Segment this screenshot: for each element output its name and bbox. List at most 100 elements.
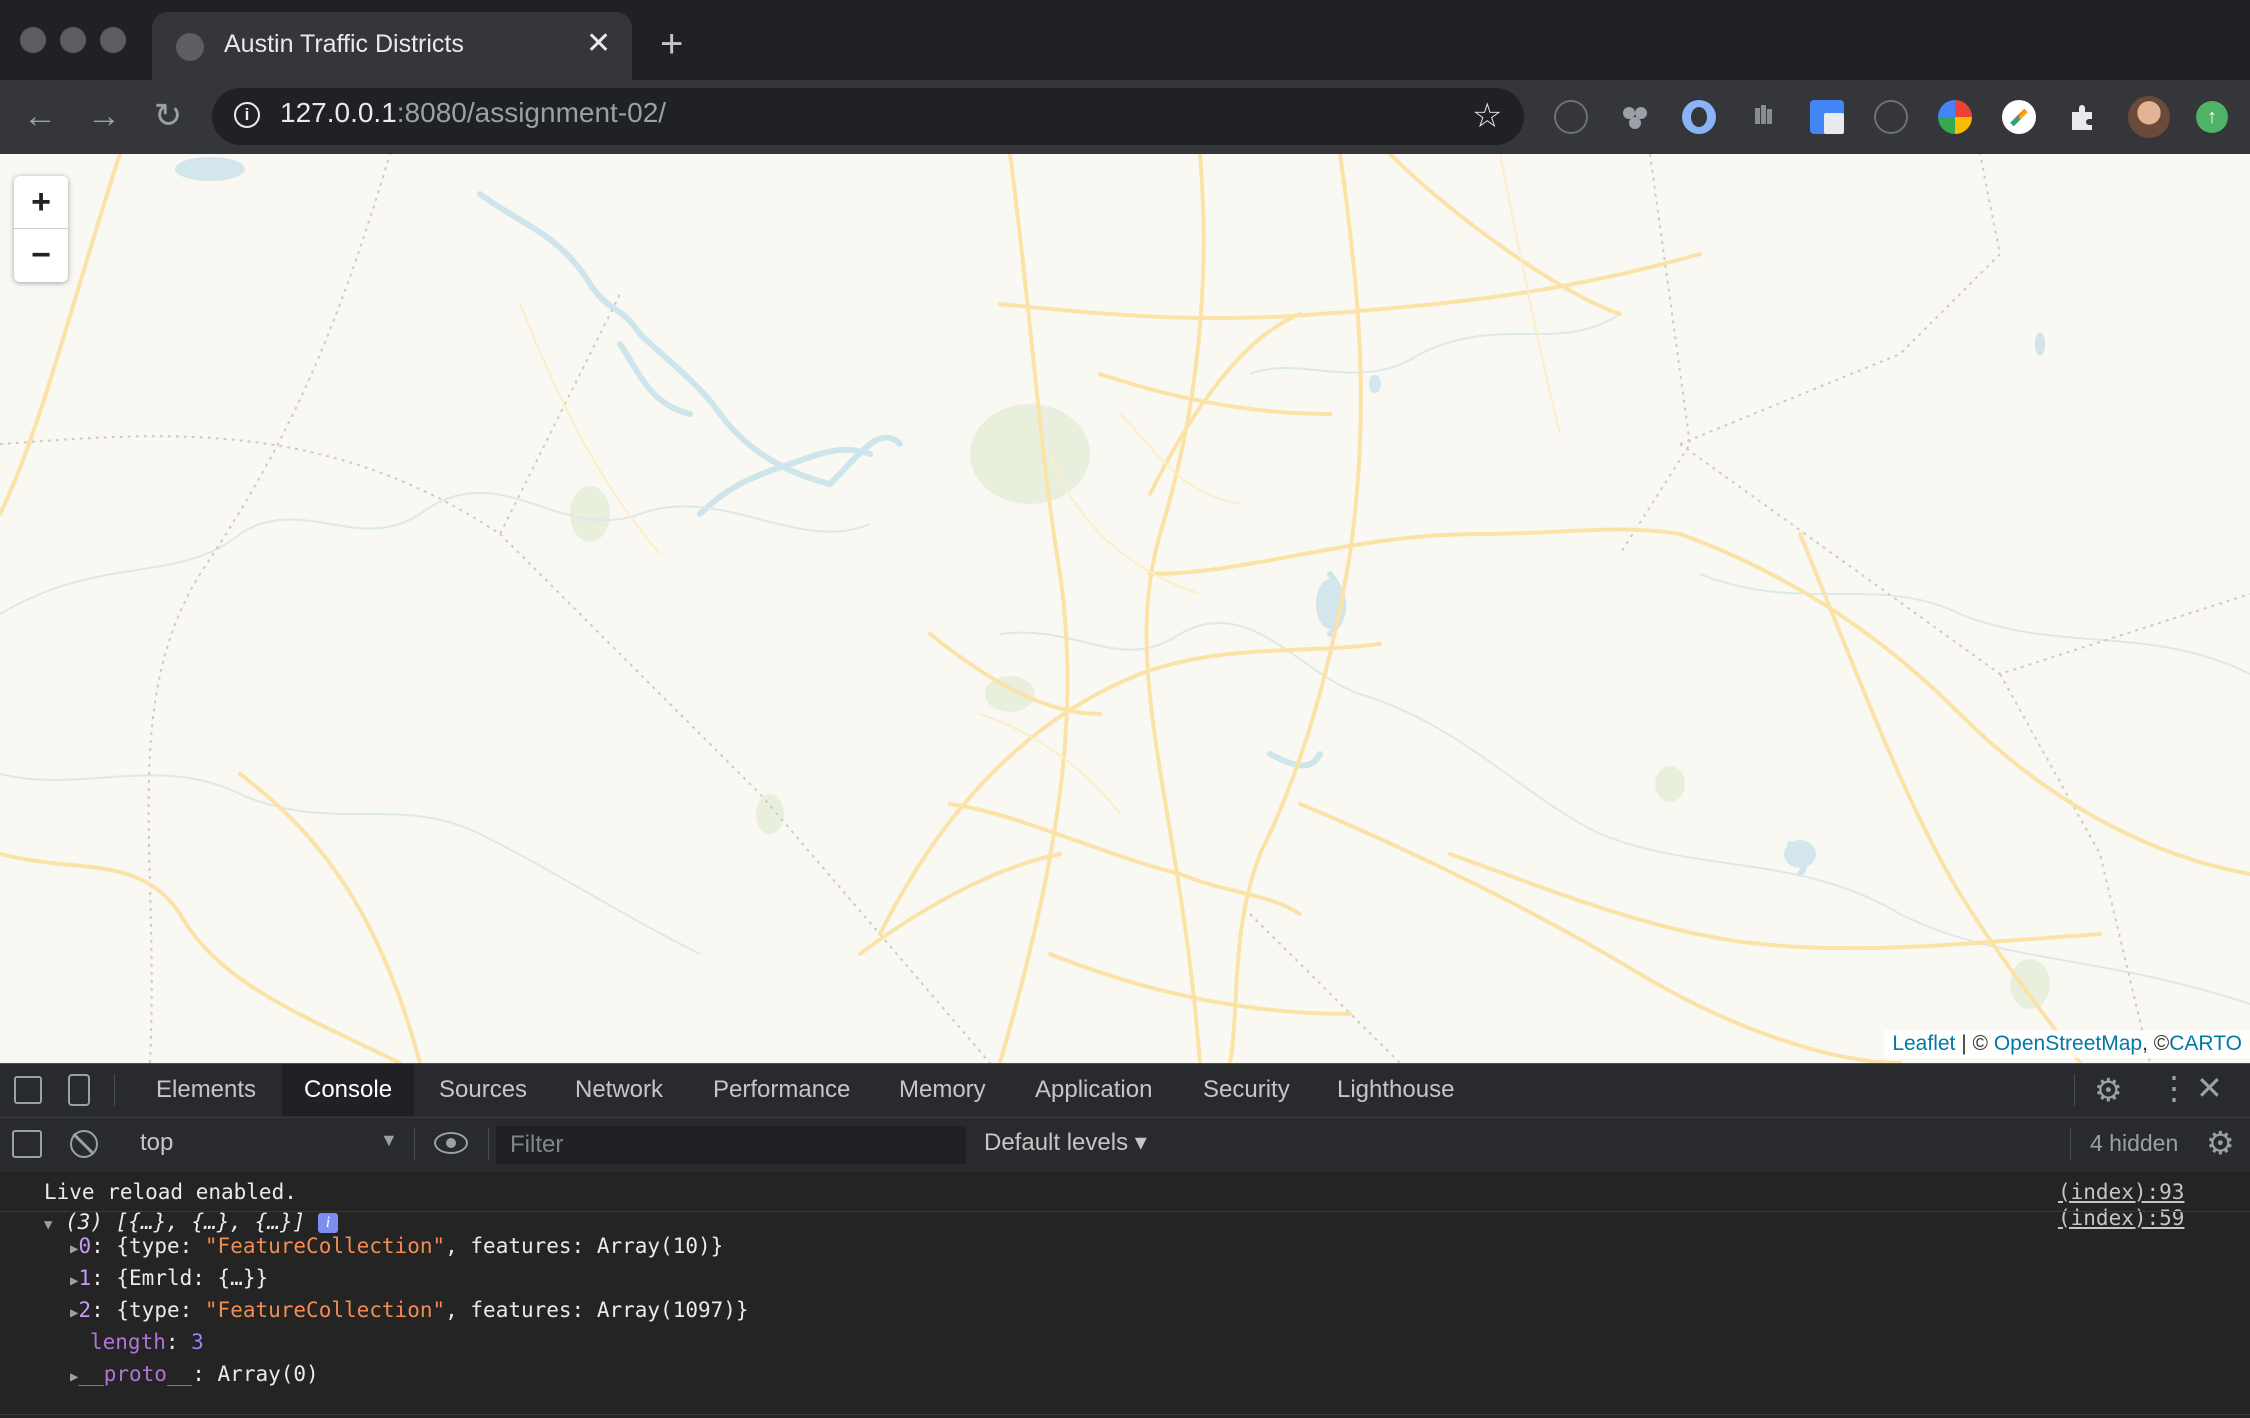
item-index: 1 — [78, 1266, 92, 1290]
basemap-tiles — [0, 154, 2250, 1063]
leaflet-link[interactable]: Leaflet — [1892, 1032, 1955, 1055]
extensions-icon[interactable] — [2066, 100, 2100, 134]
attribution-separator: | © — [1955, 1032, 1994, 1055]
expand-triangle-icon[interactable]: ▼ — [44, 1217, 52, 1233]
hand-icon[interactable] — [1746, 100, 1780, 134]
proto-key: __proto__ — [78, 1362, 193, 1386]
tab-memory[interactable]: Memory — [877, 1064, 1008, 1116]
hidden-messages-count: 4 hidden — [2090, 1130, 2179, 1156]
divider — [414, 1128, 415, 1160]
console-output: Live reload enabled. (index):93 ▼ (3) [{… — [0, 1172, 2250, 1418]
item-prefix: {type: — [116, 1234, 205, 1258]
length-value: 3 — [191, 1330, 204, 1354]
carto-link[interactable]: CARTO — [2169, 1032, 2242, 1055]
item-type-string: "FeatureCollection" — [204, 1298, 446, 1322]
item-prefix: {type: — [116, 1298, 205, 1322]
console-settings-gear-icon[interactable]: ⚙ — [2206, 1126, 2235, 1160]
item-index: 2 — [78, 1298, 92, 1322]
item-value: Array(10)} — [596, 1234, 724, 1258]
openstreetmap-link[interactable]: OpenStreetMap — [1994, 1032, 2142, 1055]
settings-gear-icon[interactable]: ⚙ — [2094, 1074, 2123, 1106]
item-type-string: "FeatureCollection" — [204, 1234, 446, 1258]
roads — [0, 154, 2250, 1063]
window-minimize-dot[interactable] — [60, 27, 86, 53]
color-wheel-icon[interactable] — [1938, 100, 1972, 134]
live-expression-eye-icon[interactable] — [434, 1132, 468, 1154]
back-button[interactable]: ← — [18, 94, 62, 138]
translate-icon[interactable] — [1810, 100, 1844, 134]
info-badge-icon[interactable]: i — [317, 1213, 338, 1233]
zoom-out-button[interactable]: − — [14, 229, 68, 281]
url-path: :8080/assignment-02/ — [396, 97, 667, 128]
window-zoom-dot[interactable] — [100, 27, 126, 53]
globe-icon — [176, 33, 204, 61]
tab-sources[interactable]: Sources — [417, 1064, 549, 1116]
item-text: {Emrld: {…}} — [116, 1266, 269, 1290]
item-mid: , features: — [445, 1298, 597, 1322]
update-icon[interactable]: ↑ — [2196, 101, 2228, 133]
circle-logo-icon[interactable] — [1682, 100, 1716, 134]
reload-button[interactable]: ↻ — [146, 94, 190, 138]
chevron-down-icon: ▼ — [380, 1130, 398, 1150]
new-tab-button[interactable]: + — [660, 22, 683, 66]
clear-console-icon[interactable] — [70, 1130, 98, 1158]
log-levels-dropdown[interactable]: Default levels ▾ — [984, 1128, 1147, 1157]
divider — [488, 1128, 489, 1160]
console-message-live-reload: Live reload enabled. — [44, 1180, 297, 1204]
item-value: Array(1097)} — [596, 1298, 749, 1322]
device-toolbar-icon[interactable] — [68, 1074, 90, 1106]
zoom-control: + − — [14, 176, 68, 282]
console-array-item-2[interactable]: ▶2: {type: "FeatureCollection", features… — [70, 1298, 749, 1322]
info-icon[interactable] — [1874, 100, 1908, 134]
county-boundaries — [0, 154, 2250, 1063]
context-selector-value: top — [140, 1129, 174, 1156]
close-tab-icon[interactable]: ✕ — [586, 26, 611, 62]
tab-elements[interactable]: Elements — [134, 1064, 278, 1116]
length-key: length — [90, 1330, 166, 1354]
tab-application[interactable]: Application — [1013, 1064, 1174, 1116]
array-summary-text: (3) [{…}, {…}, {…}] — [65, 1210, 306, 1234]
tab-performance[interactable]: Performance — [691, 1064, 872, 1116]
forward-button[interactable]: → — [82, 94, 126, 138]
divider — [2070, 1128, 2071, 1160]
lakes — [477, 191, 1808, 877]
console-array-item-1[interactable]: ▶1: {Emrld: {…}} — [70, 1266, 268, 1290]
source-link-93[interactable]: (index):93 — [2058, 1180, 2184, 1204]
tab-lighthouse[interactable]: Lighthouse — [1315, 1064, 1476, 1116]
park-areas — [570, 404, 2050, 1009]
puzzle-piece-icon[interactable] — [1618, 100, 1652, 134]
divider — [114, 1074, 115, 1106]
tab-network[interactable]: Network — [553, 1064, 685, 1116]
divider — [2074, 1074, 2075, 1106]
tab-title: Austin Traffic Districts — [224, 30, 464, 58]
console-array-summary[interactable]: ▼ (3) [{…}, {…}, {…}] i — [44, 1210, 338, 1234]
sync-icon[interactable] — [1554, 100, 1588, 134]
tab-security[interactable]: Security — [1181, 1064, 1312, 1116]
url-text[interactable]: 127.0.0.1:8080/assignment-02/ — [280, 97, 666, 129]
console-sidebar-toggle-icon[interactable] — [12, 1130, 42, 1158]
tab-console[interactable]: Console — [282, 1064, 415, 1116]
zoom-in-button[interactable]: + — [14, 176, 68, 229]
bookmark-star-icon[interactable]: ☆ — [1472, 96, 1502, 136]
profile-avatar[interactable] — [2128, 96, 2170, 138]
console-filter-input[interactable] — [496, 1126, 966, 1164]
source-link-59[interactable]: (index):59 — [2058, 1206, 2184, 1230]
lake-blobs — [175, 157, 2045, 868]
item-mid: , features: — [445, 1234, 597, 1258]
window-close-dot[interactable] — [20, 27, 46, 53]
console-row-divider — [0, 1211, 2250, 1212]
inspect-element-icon[interactable] — [14, 1076, 42, 1104]
url-host: 127.0.0.1 — [280, 97, 397, 128]
rivers — [0, 313, 2250, 1005]
console-proto-row[interactable]: ▶__proto__: Array(0) — [70, 1362, 319, 1386]
color-picker-icon[interactable] — [2002, 100, 2036, 134]
attribution-separator-2: , © — [2142, 1032, 2170, 1055]
item-index: 0 — [78, 1234, 92, 1258]
leaflet-map[interactable] — [0, 154, 2250, 1063]
more-options-icon[interactable]: ⋮ — [2158, 1072, 2190, 1104]
console-array-item-0[interactable]: ▶0: {type: "FeatureCollection", features… — [70, 1234, 723, 1258]
site-info-icon[interactable]: i — [234, 102, 260, 128]
close-devtools-icon[interactable]: ✕ — [2196, 1072, 2223, 1104]
map-attribution: Leaflet | © OpenStreetMap, ©CARTO — [1884, 1030, 2250, 1058]
proto-value: Array(0) — [217, 1362, 319, 1386]
